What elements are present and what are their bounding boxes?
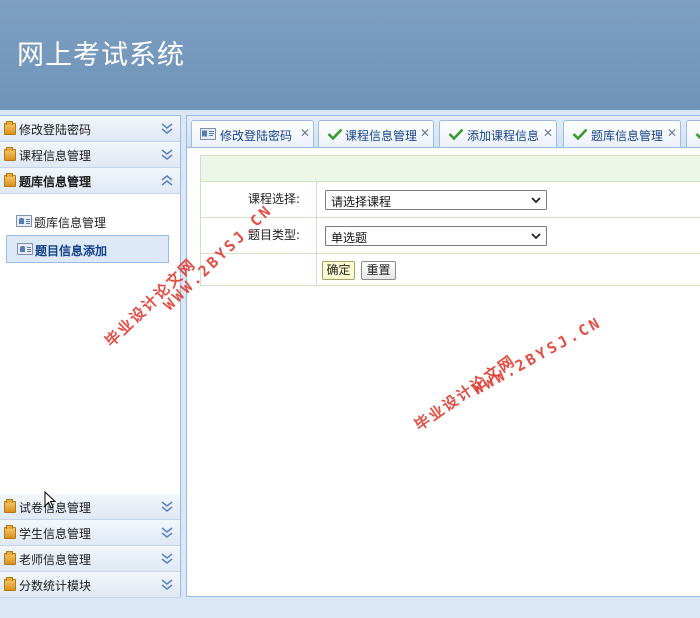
chevron-down-icon [530, 194, 542, 209]
folder-icon [4, 173, 16, 187]
app-header: 网上考试系统 [0, 0, 700, 110]
chevron-down-icon[interactable] [160, 525, 174, 539]
tab-label: 添加课程信息 [467, 129, 540, 143]
tab-label: 课程信息管理 [345, 129, 418, 143]
id-card-icon [16, 215, 32, 227]
close-icon[interactable]: ✕ [667, 126, 677, 140]
app-title: 网上考试系统 [17, 40, 185, 71]
reset-button[interactable]: 重置 [361, 261, 396, 280]
chevron-down-icon[interactable] [160, 121, 174, 135]
folder-icon [4, 525, 16, 539]
course-select-label: 课程选择: [201, 182, 317, 217]
question-type-label: 题目类型: [201, 218, 317, 253]
chevron-down-icon[interactable] [160, 499, 174, 513]
close-icon[interactable]: ✕ [543, 126, 553, 140]
course-select-value: 请选择课程 [331, 195, 392, 209]
form-header-bar [200, 155, 700, 182]
id-card-icon [17, 243, 33, 255]
checkmark-icon [327, 128, 343, 143]
sidebar-section-score-stats[interactable]: 分数统计模块 [0, 572, 180, 598]
tab-course-management[interactable]: 课程信息管理 ✕ [318, 120, 434, 147]
sidebar-item-add-question[interactable]: 题目信息添加 [6, 235, 169, 263]
sidebar-section-teacher[interactable]: 老师信息管理 [0, 546, 180, 572]
folder-icon [4, 577, 16, 591]
sidebar-item-label: 题目信息添加 [35, 244, 108, 258]
confirm-button[interactable]: 确定 [322, 261, 355, 280]
chevron-down-icon [530, 230, 542, 245]
tab-change-password[interactable]: 修改登陆密码 ✕ [191, 120, 314, 147]
question-type-value: 单选题 [331, 231, 368, 245]
folder-icon [4, 147, 16, 161]
sidebar-section-course[interactable]: 课程信息管理 [0, 142, 180, 168]
sidebar-section-label: 分数统计模块 [19, 579, 92, 593]
sidebar-section-student[interactable]: 学生信息管理 [0, 520, 180, 546]
course-select-row: 课程选择: 请选择课程 [200, 182, 700, 218]
mouse-cursor-icon [44, 490, 57, 512]
sidebar-item-question-bank[interactable]: 题库信息管理 [6, 208, 169, 236]
chevron-up-icon[interactable] [160, 173, 174, 187]
id-card-icon [200, 128, 216, 143]
checkmark-icon [695, 128, 700, 143]
sidebar-section-label: 题库信息管理 [19, 175, 92, 189]
sidebar-section-label: 老师信息管理 [19, 553, 92, 567]
sidebar-item-label: 题库信息管理 [34, 216, 107, 230]
chevron-down-icon[interactable] [160, 577, 174, 591]
checkmark-icon [572, 128, 588, 143]
question-type-select[interactable]: 单选题 [325, 226, 547, 246]
close-icon[interactable]: ✕ [300, 126, 310, 140]
sidebar: 修改登陆密码 课程信息管理 题库信息管理 题库信息管理 题目信息添加 试卷信息管… [0, 115, 181, 598]
sidebar-section-label: 学生信息管理 [19, 527, 92, 541]
content-panel: 修改登陆密码 ✕ 课程信息管理 ✕ 添加课程信息 ✕ 题库信息管理 ✕ 课程选择… [186, 115, 700, 597]
checkmark-icon [448, 128, 464, 143]
folder-icon [4, 121, 16, 135]
chevron-down-icon[interactable] [160, 147, 174, 161]
sidebar-section-label: 课程信息管理 [19, 149, 92, 163]
course-select[interactable]: 请选择课程 [325, 190, 547, 210]
tab-add-course[interactable]: 添加课程信息 ✕ [439, 120, 557, 147]
chevron-down-icon[interactable] [160, 551, 174, 565]
folder-icon [4, 551, 16, 565]
question-type-row: 题目类型: 单选题 [200, 218, 700, 254]
close-icon[interactable]: ✕ [420, 126, 430, 140]
sidebar-section-label: 修改登陆密码 [19, 123, 92, 137]
tab-strip: 修改登陆密码 ✕ 课程信息管理 ✕ 添加课程信息 ✕ 题库信息管理 ✕ [187, 116, 700, 148]
folder-icon [4, 499, 16, 513]
sidebar-section-password[interactable]: 修改登陆密码 [0, 116, 180, 142]
tab-question-bank[interactable]: 题库信息管理 ✕ [563, 120, 681, 147]
tab-overflow[interactable] [686, 120, 700, 147]
tab-label: 题库信息管理 [591, 129, 664, 143]
sidebar-section-question-bank[interactable]: 题库信息管理 [0, 168, 180, 194]
form-actions-row: 确定 重置 [200, 254, 700, 286]
tab-label: 修改登陆密码 [220, 129, 293, 143]
actions-label-cell [201, 254, 317, 285]
sidebar-section-exam-paper[interactable]: 试卷信息管理 [0, 494, 180, 520]
